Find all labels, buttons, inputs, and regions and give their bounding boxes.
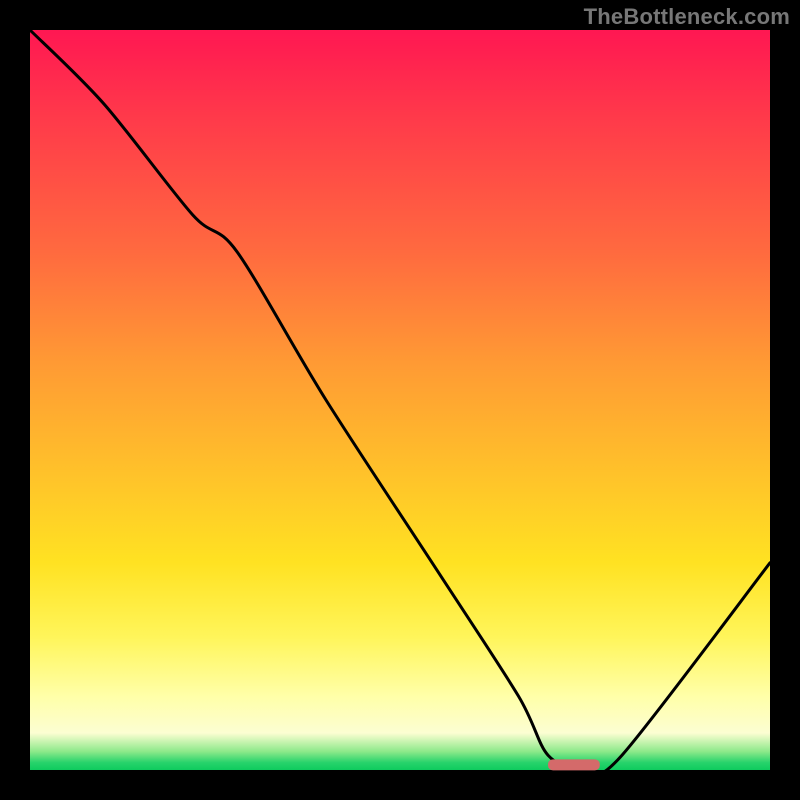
optimal-marker [548, 759, 600, 770]
bottleneck-curve [30, 30, 770, 774]
curve-layer [30, 30, 770, 770]
chart-frame: TheBottleneck.com [0, 0, 800, 800]
plot-area [30, 30, 770, 770]
watermark-text: TheBottleneck.com [584, 4, 790, 30]
